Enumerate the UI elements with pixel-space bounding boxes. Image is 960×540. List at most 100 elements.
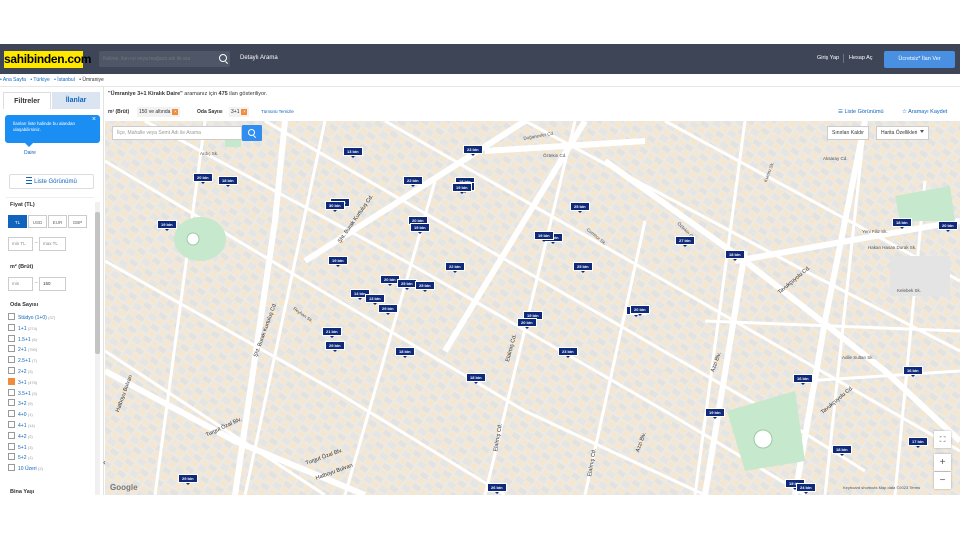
site-logo[interactable]: sahibinden.com [4,51,91,68]
price-pin[interactable]: 29 bin [178,474,198,485]
scrollbar-thumb[interactable] [95,212,100,354]
list-view-link[interactable]: ☰ Liste Görünümü [838,107,884,117]
price-pin[interactable]: 30 bin [325,201,345,212]
room-option[interactable]: 2+2 (3) [8,367,33,377]
room-checkbox[interactable] [8,431,15,439]
room-checkbox[interactable] [8,345,15,353]
price-pin[interactable]: 25 bin [573,262,593,273]
price-pin[interactable]: 29 bin [378,304,398,315]
room-option[interactable]: Stüdyo (1+0) (37) [8,313,55,323]
price-pin[interactable]: 24 bin [796,483,816,494]
zoom-out-button[interactable]: − [934,472,951,489]
list-view-button[interactable]: Liste Görünümü [9,174,94,189]
price-pin[interactable]: 25 bin [415,281,435,292]
tab-filters[interactable]: Filtreler [3,92,51,109]
price-pin[interactable]: 16 bin [793,374,813,385]
room-checkbox[interactable] [8,313,15,320]
map-search-button[interactable] [242,125,262,141]
tab-listings[interactable]: İlanlar [52,92,100,109]
close-icon[interactable]: × [92,116,96,123]
map-search-input[interactable]: İlçe, Mahalle veya Semt Adı ile Arama [112,126,242,140]
login-link[interactable]: Giriş Yap [817,55,839,61]
map-view[interactable]: İlçe, Mahalle veya Semt Adı ile Arama Sı… [105,121,960,495]
room-option[interactable]: 4+1 (14) [8,421,35,431]
room-checkbox[interactable] [8,410,15,418]
price-pin[interactable]: 19 bin [157,220,177,231]
detailed-search-link[interactable]: Detaylı Arama [240,55,278,61]
room-checkbox[interactable] [8,323,15,331]
sidebar-scrollbar[interactable] [95,202,100,495]
price-pin[interactable]: 18 bin [466,373,486,384]
room-option[interactable]: 4+0 (1) [8,410,33,420]
price-pin[interactable]: 26 bin [487,483,507,494]
breadcrumb-istanbul[interactable]: • İstanbul [54,77,75,83]
price-pin[interactable]: 22 bin [403,176,423,187]
price-pin[interactable]: 18 bin [832,445,852,456]
room-checkbox[interactable] [8,453,15,461]
post-ad-button[interactable]: Ücretsiz* İlan Ver [884,51,955,68]
price-pin[interactable]: 18 bin [218,176,238,187]
fullscreen-icon[interactable]: ⛶ [934,431,951,448]
price-pin[interactable]: 25 bin [397,279,417,290]
price-pin[interactable]: 19 bin [534,231,554,242]
price-pin[interactable]: 20 bin [938,221,958,232]
price-pin[interactable]: 27 bin [675,236,695,247]
room-option[interactable]: 1+1 (274) [8,323,37,334]
price-pin[interactable]: 20 bin [517,318,537,329]
price-pin[interactable]: 23 bin [558,347,578,358]
zoom-in-button[interactable]: + [934,454,951,471]
room-option[interactable]: 2+1 (790) [8,345,37,355]
clear-all-link[interactable]: Tümünü Temizle [261,107,294,117]
room-filter-chip[interactable]: 3+1 × [229,107,250,117]
room-checkbox[interactable] [8,464,15,472]
currency-usd[interactable]: USD [28,215,47,228]
price-pin[interactable]: 13 bin [343,147,363,158]
price-pin[interactable]: 16 bin [903,366,923,377]
room-checkbox[interactable] [8,421,15,428]
remove-filter-icon[interactable]: × [241,109,248,115]
price-pin[interactable]: 17 bin [908,437,928,448]
breadcrumb-home[interactable]: • Ana Sayfa [0,77,26,83]
room-option[interactable]: 3.5+1 (3) [8,388,37,399]
price-pin[interactable]: 23 bin [463,145,483,156]
remove-bounds-button[interactable]: Sınırları Kaldır [827,126,869,140]
room-option[interactable]: 10 Üzeri (2) [8,464,43,474]
price-pin[interactable]: 22 bin [445,262,465,273]
currency-eur[interactable]: EUR [48,215,67,228]
room-checkbox[interactable] [8,377,15,385]
price-pin[interactable]: 19 bin [705,408,725,419]
room-option[interactable]: 3+2 (9) [8,399,33,409]
price-pin[interactable]: 19 bin [410,223,430,234]
register-link[interactable]: Hesap Aç [849,55,873,61]
price-pin[interactable]: 18 bin [395,347,415,358]
search-icon[interactable] [219,54,227,62]
min-area-input[interactable]: min [8,277,33,291]
room-checkbox[interactable] [8,442,15,450]
price-pin[interactable]: 20 bin [630,305,650,316]
room-checkbox[interactable] [8,388,15,396]
price-pin[interactable]: 20 bin [193,173,213,184]
room-checkbox[interactable] [8,334,15,342]
price-pin[interactable]: 13 bin [365,294,385,305]
price-pin[interactable]: 18 bin [725,250,745,261]
map-attribution[interactable]: Keyboard shortcuts Map data ©2023 Terms [843,485,920,490]
room-option[interactable]: 5+2 (1) [8,453,33,463]
price-pin[interactable]: 18 bin [892,218,912,229]
remove-filter-icon[interactable]: × [172,109,179,115]
header-search-input[interactable] [103,51,211,67]
category-link[interactable]: Daire [24,150,36,156]
price-pin[interactable]: 19 bin [328,256,348,267]
room-checkbox[interactable] [8,367,15,374]
breadcrumb-turkey[interactable]: • Türkiye [30,77,49,83]
price-pin[interactable]: 21 bin [322,327,342,338]
map-features-dropdown[interactable]: Harita Özellikleri [876,126,930,140]
room-checkbox[interactable] [8,399,15,407]
price-pin[interactable]: 19 bin [452,183,472,194]
max-price-input[interactable]: max TL [39,237,66,251]
area-filter-chip[interactable]: 150 ve altında × [137,107,181,117]
currency-tl[interactable]: TL [8,215,27,228]
room-option[interactable]: 4+2 (2) [8,431,33,442]
max-area-input[interactable]: 150 [39,277,66,291]
room-option[interactable]: 2.5+1 (7) [8,356,37,366]
price-pin[interactable]: 25 bin [570,202,590,213]
